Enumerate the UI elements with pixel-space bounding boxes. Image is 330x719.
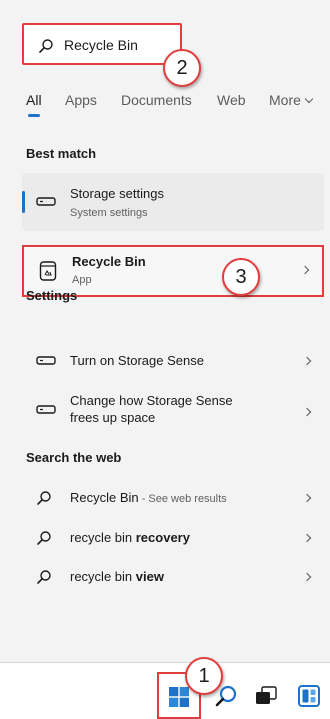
web-result-query: recycle bin (70, 569, 136, 584)
web-result-bold: view (135, 569, 164, 584)
active-tab-indicator (28, 114, 40, 117)
result-title: Turn on Storage Sense (70, 353, 204, 368)
chevron-down-icon (304, 94, 314, 104)
start-icon (169, 687, 189, 707)
chevron-right-icon (302, 407, 312, 417)
chevron-right-icon (302, 572, 312, 582)
tab-more-label: More (269, 92, 301, 108)
tab-documents[interactable]: Documents (121, 92, 192, 108)
recycle-bin-icon (39, 261, 57, 281)
task-view-button[interactable] (250, 672, 282, 719)
search-icon (37, 570, 51, 584)
task-view-icon (256, 686, 277, 704)
result-storage-settings[interactable]: Storage settings System settings (22, 173, 324, 231)
search-tabs: All Apps Documents Web More (26, 92, 326, 118)
search-icon (37, 531, 51, 545)
result-subtitle: App (72, 274, 92, 286)
settings-heading: Settings (26, 288, 78, 303)
result-title: Storage settings (70, 186, 164, 201)
tab-apps[interactable]: Apps (65, 92, 97, 108)
callout-3: 3 (222, 258, 260, 296)
web-result-bold: recovery (135, 530, 190, 545)
result-title: Recycle Bin (72, 254, 146, 269)
storage-icon (36, 197, 56, 206)
widgets-icon (298, 685, 320, 707)
web-result-hint: - See web results (138, 493, 227, 505)
search-web-heading: Search the web (26, 450, 122, 465)
search-icon (39, 39, 53, 53)
chevron-right-icon (302, 533, 312, 543)
best-match-heading: Best match (26, 146, 97, 161)
web-result-recycle-bin-recovery[interactable]: recycle bin recovery (22, 520, 324, 556)
result-turn-on-storage-sense[interactable]: Turn on Storage Sense (22, 342, 324, 380)
search-input[interactable]: Recycle Bin (64, 37, 138, 53)
callout-2: 2 (163, 49, 201, 87)
widgets-button[interactable] (292, 672, 326, 719)
search-box[interactable]: Recycle Bin (22, 23, 182, 65)
storage-icon (36, 356, 56, 365)
search-icon (37, 491, 51, 505)
tab-all[interactable]: All (26, 92, 42, 108)
start-search-panel: Recycle Bin 2 All Apps Documents Web Mor… (0, 0, 330, 663)
result-title-line-2: frees up space (70, 410, 156, 425)
web-result-recycle-bin-view[interactable]: recycle bin view (22, 559, 324, 595)
result-change-storage-sense[interactable]: Change how Storage Sense frees up space (22, 389, 324, 435)
taskbar (0, 672, 330, 719)
web-result-query: recycle bin (70, 530, 136, 545)
web-result-query: Recycle Bin (70, 490, 139, 505)
callout-1: 1 (185, 657, 223, 695)
chevron-right-icon (300, 265, 310, 275)
result-subtitle: System settings (70, 207, 148, 219)
web-result-text: recycle bin view (70, 569, 164, 584)
result-title-line-1: Change how Storage Sense (70, 393, 233, 408)
storage-icon (36, 405, 56, 414)
web-result-text: recycle bin recovery (70, 530, 190, 545)
chevron-right-icon (302, 493, 312, 503)
selection-accent (22, 191, 25, 213)
web-result-recycle-bin[interactable]: Recycle Bin - See web results (22, 480, 324, 516)
chevron-right-icon (302, 356, 312, 366)
web-result-text: Recycle Bin - See web results (70, 490, 227, 505)
tab-more[interactable]: More (269, 92, 314, 108)
tab-web[interactable]: Web (217, 92, 246, 108)
